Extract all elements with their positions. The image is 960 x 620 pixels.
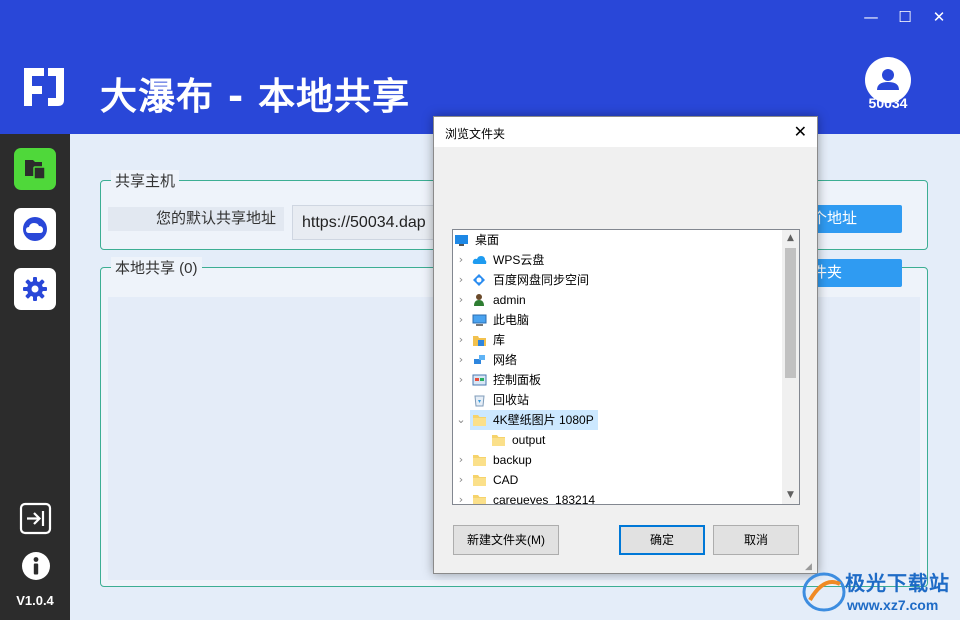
tree-item-label: output: [512, 433, 546, 447]
tree-item[interactable]: output: [453, 430, 783, 450]
folder-tree[interactable]: 桌面 › WPS云盘 › 百度网盘同步空间 › admin › 此电脑 › 库 › 网络 › 控制面板 回收站…: [452, 229, 800, 505]
gear-icon: [23, 277, 47, 301]
tree-item-label: 控制面板: [493, 373, 542, 387]
dialog-close-button[interactable]: ✕: [794, 122, 807, 141]
chevron-right-icon[interactable]: ›: [455, 310, 467, 330]
tree-item[interactable]: ⌄ 4K壁纸图片 1080P: [453, 410, 783, 430]
close-button[interactable]: ✕: [924, 6, 954, 28]
tree-item[interactable]: › 库: [453, 330, 783, 350]
host-section-legend: 共享主机: [111, 170, 180, 191]
minimize-button[interactable]: —: [856, 6, 886, 28]
tree-item-label: careueyes_183214: [493, 493, 596, 505]
watermark-name: 极光下载站: [845, 571, 950, 595]
tree-item-label: CAD: [493, 473, 519, 487]
control-panel-icon: [472, 374, 487, 386]
tree-item[interactable]: › careueyes_183214: [453, 490, 783, 505]
info-button[interactable]: [19, 549, 52, 582]
exit-icon: [19, 502, 52, 535]
computer-icon: [472, 314, 487, 326]
folder-icon: [473, 495, 486, 504]
info-icon: [21, 551, 50, 580]
dialog-titlebar: 浏览文件夹 ✕: [434, 117, 817, 147]
ok-button[interactable]: 确定: [619, 525, 705, 555]
chevron-right-icon[interactable]: ›: [455, 490, 467, 504]
baidu-netdisk-icon: [473, 274, 485, 286]
tree-item-label: backup: [493, 453, 532, 467]
chevron-down-icon[interactable]: ⌄: [455, 410, 467, 430]
chevron-right-icon[interactable]: ›: [455, 330, 467, 350]
wps-cloud-icon: [472, 256, 487, 264]
tree-item[interactable]: 回收站: [453, 390, 783, 410]
chevron-right-icon[interactable]: ›: [455, 270, 467, 290]
tree-item-label: 此电脑: [493, 313, 530, 327]
sidebar: [0, 134, 70, 620]
recycle-bin-icon: [474, 395, 485, 407]
chevron-right-icon[interactable]: ›: [455, 470, 467, 490]
library-icon: [473, 336, 486, 346]
chevron-right-icon[interactable]: ›: [455, 290, 467, 310]
user-icon: [474, 294, 484, 306]
tree-item-label: 百度网盘同步空间: [493, 273, 590, 287]
user-id: 50034: [868, 95, 908, 111]
chevron-right-icon[interactable]: ›: [455, 250, 467, 270]
version-label: V1.0.4: [16, 593, 54, 608]
tree-item-label: WPS云盘: [493, 253, 545, 267]
tree-item-label: 回收站: [493, 393, 530, 407]
tree-item[interactable]: › 此电脑: [453, 310, 783, 330]
tree-item[interactable]: › admin: [453, 290, 783, 310]
address-field[interactable]: https://50034.dap: [292, 205, 442, 240]
files-icon: [25, 160, 46, 180]
sidebar-item-cloud[interactable]: [14, 208, 56, 250]
tree-item-label: admin: [493, 293, 526, 307]
tree-item[interactable]: › 控制面板: [453, 370, 783, 390]
tree-item[interactable]: › 百度网盘同步空间: [453, 270, 783, 290]
folder-icon: [473, 455, 486, 466]
desktop-icon: [455, 235, 468, 246]
new-folder-button[interactable]: 新建文件夹(M): [453, 525, 559, 555]
app-logo-icon: [24, 68, 64, 106]
tree-item[interactable]: › CAD: [453, 470, 783, 490]
address-label: 您的默认共享地址: [108, 207, 284, 231]
tree-item-label: 4K壁纸图片 1080P: [493, 413, 594, 427]
browse-folder-dialog: 浏览文件夹 ✕ 桌面 › WPS云盘 › 百度网盘同步空间 › admin › 此电脑 › 库 › 网络…: [433, 116, 818, 574]
watermark-url: www.xz7.com: [847, 597, 939, 613]
chevron-right-icon[interactable]: ›: [455, 350, 467, 370]
chevron-right-icon[interactable]: ›: [455, 450, 467, 470]
network-icon: [474, 355, 485, 364]
exit-button[interactable]: [19, 502, 52, 535]
scroll-thumb[interactable]: [785, 248, 796, 378]
window-controls: — ☐ ✕: [856, 6, 954, 28]
tree-item-label: 库: [493, 333, 506, 347]
cancel-button[interactable]: 取消: [713, 525, 799, 555]
tree-item[interactable]: › 网络: [453, 350, 783, 370]
maximize-button[interactable]: ☐: [890, 6, 920, 28]
folder-icon: [492, 435, 505, 446]
sidebar-item-settings[interactable]: [14, 268, 56, 310]
dialog-title: 浏览文件夹: [445, 127, 506, 141]
tree-item[interactable]: › WPS云盘: [453, 250, 783, 270]
share-section-legend: 本地共享 (0): [111, 257, 202, 278]
app-title: 大瀑布 - 本地共享: [100, 75, 411, 118]
folder-icon: [473, 475, 486, 486]
chevron-right-icon[interactable]: ›: [455, 370, 467, 390]
app-header: — ☐ ✕ 大瀑布 - 本地共享 50034: [0, 0, 960, 134]
tree-item-label: 网络: [493, 353, 518, 367]
sidebar-item-files[interactable]: [14, 148, 56, 190]
tree-item[interactable]: › backup: [453, 450, 783, 470]
scroll-up-button[interactable]: ▲: [782, 230, 799, 247]
folder-icon: [473, 415, 486, 426]
tree-item[interactable]: 桌面: [453, 230, 783, 250]
scroll-down-button[interactable]: ▼: [782, 487, 799, 504]
tree-item-label: 桌面: [475, 233, 500, 247]
cloud-icon: [23, 217, 47, 241]
tree-scrollbar[interactable]: ▲ ▼: [782, 230, 799, 504]
